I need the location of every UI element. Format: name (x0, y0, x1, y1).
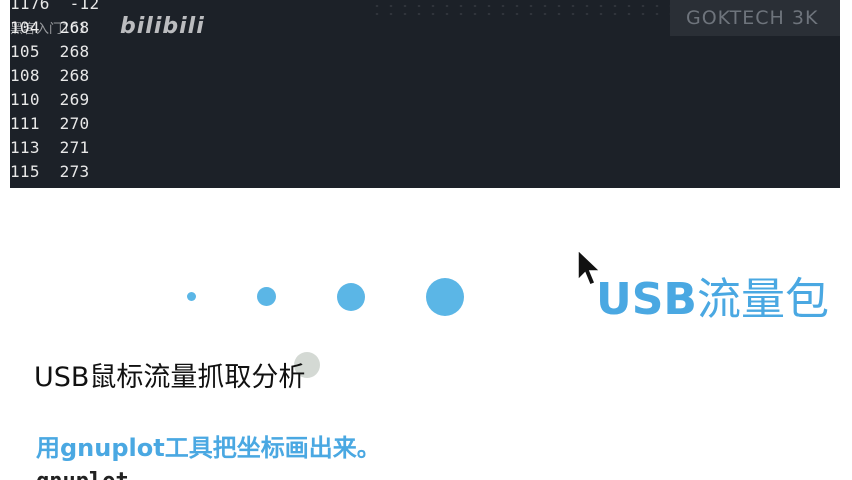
slide-title-usb: USB (596, 274, 697, 325)
terminal-line: 111 270 (10, 114, 90, 133)
terminal-line: 115 273 (10, 162, 90, 181)
overlay-caption: 黑客入门101 (10, 22, 87, 37)
progress-dot (257, 287, 276, 306)
slide-step-text: 用gnuplot工具把坐标画出来。 (36, 434, 381, 462)
terminal-line: 113 271 (10, 138, 90, 157)
bilibili-logo: bilibili (120, 14, 205, 39)
video-frame: 1176 -12 104 268 105 268 108 268 110 269… (0, 0, 852, 480)
slide-subtitle: USB鼠标流量抓取分析 (34, 362, 306, 393)
progress-dot (337, 283, 365, 311)
terminal-line: 108 268 (10, 66, 90, 85)
noise-artifact (370, 2, 670, 18)
terminal-line: 1176 -12 (10, 0, 100, 13)
slide-title-rest: 流量包 (696, 274, 829, 325)
slide-title: USB流量包 (596, 272, 829, 328)
terminal-panel: 1176 -12 104 268 105 268 108 268 110 269… (10, 0, 840, 188)
channel-watermark: GOKTECH 3K (670, 0, 840, 36)
terminal-line: 110 269 (10, 90, 90, 109)
slide-command: gnuplot (36, 467, 129, 480)
terminal-line: 105 268 (10, 42, 90, 61)
progress-dot (426, 278, 464, 316)
progress-dot (187, 292, 196, 301)
